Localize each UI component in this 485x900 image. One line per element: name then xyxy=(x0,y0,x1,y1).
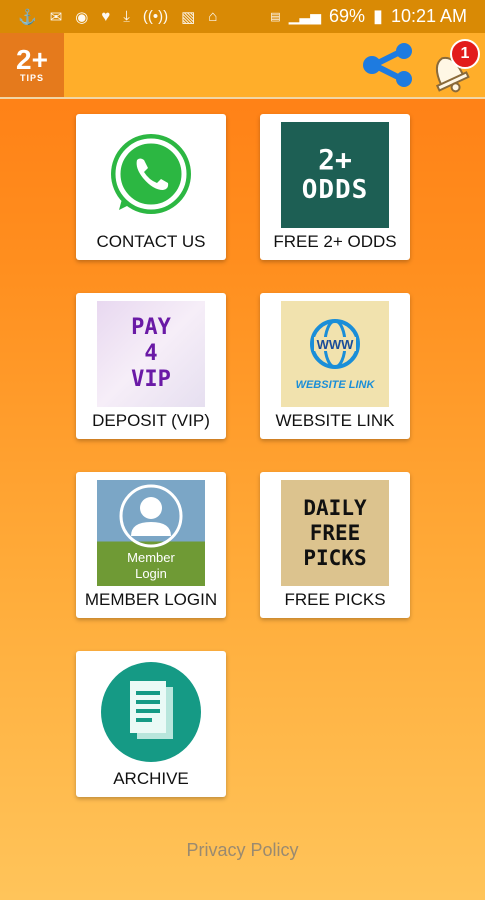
notification-button[interactable]: 1 xyxy=(424,39,482,95)
globe-icon: WWW xyxy=(310,319,360,369)
chrome-icon: ◉ xyxy=(75,8,89,26)
mail-icon: ✉ xyxy=(49,8,63,26)
tile-label: WEBSITE LINK xyxy=(275,411,395,430)
contact-us-tile[interactable]: CONTACT US xyxy=(76,114,226,260)
daily-free-picks-image: DAILY FREE PICKS xyxy=(281,480,389,586)
logo-text: 2+ xyxy=(16,44,48,75)
tile-label: CONTACT US xyxy=(96,232,206,251)
pay-vip-text: VIP xyxy=(131,367,171,392)
website-link-image: WWW WEBSITE LINK xyxy=(281,301,389,407)
clock: 10:21 AM xyxy=(390,6,467,26)
notification-badge: 1 xyxy=(450,39,480,69)
tile-label: FREE 2+ ODDS xyxy=(273,232,397,251)
odds-image: 2+ ODDS xyxy=(281,122,389,228)
share-button[interactable] xyxy=(360,43,416,87)
tile-label: MEMBER LOGIN xyxy=(84,590,218,609)
download-icon: ⤓ xyxy=(123,7,130,25)
picks-image-text: PICKS xyxy=(303,545,367,570)
archive-icon xyxy=(97,659,205,765)
share-icon xyxy=(363,43,412,87)
battery-icon: ▮ xyxy=(373,6,383,26)
website-link-text: WEBSITE LINK xyxy=(295,379,375,391)
usb-icon: ⚓ xyxy=(18,8,37,26)
odds-image-text: 2+ xyxy=(318,143,352,176)
volte-icon: ▤ xyxy=(270,11,281,23)
privacy-policy-link[interactable]: Privacy Policy xyxy=(0,840,485,861)
archive-tile[interactable]: ARCHIVE xyxy=(76,651,226,797)
tile-label: ARCHIVE xyxy=(113,769,189,788)
free-picks-tile[interactable]: DAILY FREE PICKS FREE PICKS xyxy=(260,472,410,618)
user-avatar-icon xyxy=(119,484,183,548)
status-icons-left: ⚓ ✉ ◉ ♥ ⤓ ((•)) ▧ ⌂ xyxy=(0,8,217,26)
picks-image-text: FREE xyxy=(309,520,361,545)
deposit-vip-tile[interactable]: PAY 4 VIP DEPOSIT (VIP) xyxy=(76,293,226,439)
heart-icon: ♥ xyxy=(101,7,111,25)
member-login-text: Member xyxy=(127,550,175,565)
member-login-text: Login xyxy=(135,566,167,581)
hotspot-icon: ((•)) xyxy=(142,7,169,25)
pay-vip-text: PAY xyxy=(131,315,171,340)
signal-icon: ▁▃▅ xyxy=(288,8,321,24)
tile-label: FREE PICKS xyxy=(284,590,386,609)
logo-subtext: TIPS xyxy=(19,73,44,83)
activity-icon: ▧ xyxy=(181,8,196,26)
whatsapp-icon xyxy=(97,122,205,228)
android-icon: ⌂ xyxy=(208,7,218,25)
odds-image-text: ODDS xyxy=(301,175,369,205)
free-odds-tile[interactable]: 2+ ODDS FREE 2+ ODDS xyxy=(260,114,410,260)
member-login-tile[interactable]: Member Login MEMBER LOGIN xyxy=(76,472,226,618)
battery-percent: 69% xyxy=(329,6,366,26)
app-logo: 2+ TIPS xyxy=(0,33,64,97)
app-bar: 2+ TIPS 1 xyxy=(0,33,485,99)
status-icons-right: ▤ ▁▃▅ 69% ▮ 10:21 AM xyxy=(270,6,485,27)
picks-image-text: DAILY xyxy=(303,495,367,520)
member-login-image: Member Login xyxy=(97,480,205,586)
tile-label: DEPOSIT (VIP) xyxy=(92,411,210,430)
pay-vip-text: 4 xyxy=(144,341,158,366)
www-text: WWW xyxy=(317,337,355,352)
website-link-tile[interactable]: WWW WEBSITE LINK WEBSITE LINK xyxy=(260,293,410,439)
pay-vip-image: PAY 4 VIP xyxy=(97,301,205,407)
status-bar: ⚓ ✉ ◉ ♥ ⤓ ((•)) ▧ ⌂ ▤ ▁▃▅ 69% ▮ 10:21 AM xyxy=(0,0,485,33)
